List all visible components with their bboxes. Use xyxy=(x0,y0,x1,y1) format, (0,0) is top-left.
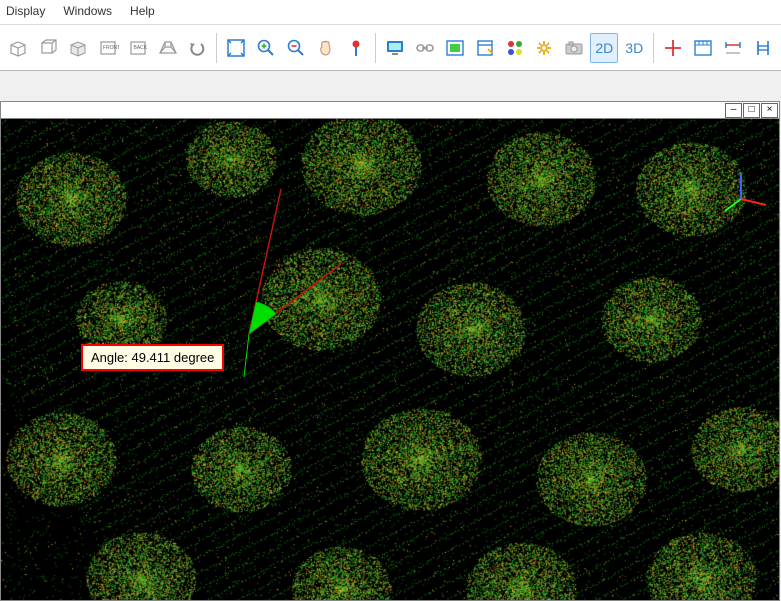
screen-button[interactable] xyxy=(381,33,409,63)
iso-view-button[interactable] xyxy=(4,33,32,63)
calipers-icon xyxy=(752,37,774,59)
toolbar-separator xyxy=(653,33,654,63)
undo-icon xyxy=(186,37,208,59)
perspective-icon xyxy=(157,37,179,59)
pan-button[interactable] xyxy=(312,33,340,63)
solid-cube-icon xyxy=(67,37,89,59)
undo-view-button[interactable] xyxy=(184,33,212,63)
layer-button[interactable] xyxy=(441,33,469,63)
panel-close-button[interactable]: × xyxy=(761,103,778,118)
crosshair-icon xyxy=(662,37,684,59)
menu-help[interactable]: Help xyxy=(130,4,155,18)
pin-button[interactable] xyxy=(342,33,370,63)
dimension-button[interactable] xyxy=(719,33,747,63)
toolbar-separator xyxy=(375,33,376,63)
view-3d-button[interactable]: 3D xyxy=(620,33,648,63)
crosshair-button[interactable] xyxy=(659,33,687,63)
link-button[interactable] xyxy=(411,33,439,63)
perspective-button[interactable] xyxy=(154,33,182,63)
layer-icon xyxy=(444,37,466,59)
pin-icon xyxy=(345,37,367,59)
color-swatch-icon xyxy=(504,37,526,59)
window-icon xyxy=(474,37,496,59)
panel-minimize-button[interactable]: – xyxy=(725,103,742,118)
zoom-in-icon xyxy=(255,37,277,59)
ruler-icon xyxy=(692,37,714,59)
main-toolbar: FRONT BACK 2D 3D xyxy=(0,25,781,71)
gear-icon xyxy=(533,37,555,59)
window-button[interactable] xyxy=(471,33,499,63)
wire-cube-icon xyxy=(37,37,59,59)
back-view-icon: BACK xyxy=(127,37,149,59)
zoom-out-button[interactable] xyxy=(282,33,310,63)
panel-maximize-button[interactable]: □ xyxy=(743,103,760,118)
dimension-icon xyxy=(722,37,744,59)
view-2d-button[interactable]: 2D xyxy=(590,33,618,63)
link-icon xyxy=(414,37,436,59)
fit-view-button[interactable] xyxy=(222,33,250,63)
menu-windows[interactable]: Windows xyxy=(63,4,112,18)
solid-view-button[interactable] xyxy=(64,33,92,63)
svg-text:BACK: BACK xyxy=(133,45,147,51)
calipers-button[interactable] xyxy=(749,33,777,63)
color-swatch-button[interactable] xyxy=(501,33,529,63)
toolbar-separator xyxy=(216,33,217,63)
zoom-in-button[interactable] xyxy=(252,33,280,63)
settings-button[interactable] xyxy=(531,33,559,63)
viewport-3d[interactable]: Angle: 49.411 degree xyxy=(1,119,779,600)
panel-titlebar: – □ × xyxy=(1,102,779,119)
pan-icon xyxy=(315,37,337,59)
viewport-panel: – □ × Angle: 49.411 degree xyxy=(0,101,780,601)
fit-view-icon xyxy=(225,37,247,59)
screen-icon xyxy=(384,37,406,59)
camera-button[interactable] xyxy=(560,33,588,63)
menubar: Display Windows Help xyxy=(0,0,781,25)
back-view-button[interactable]: BACK xyxy=(124,33,152,63)
wire-view-button[interactable] xyxy=(34,33,62,63)
menu-display[interactable]: Display xyxy=(6,4,45,18)
svg-text:FRONT: FRONT xyxy=(103,45,119,51)
camera-icon xyxy=(563,37,585,59)
front-view-button[interactable]: FRONT xyxy=(94,33,122,63)
ruler-button[interactable] xyxy=(689,33,717,63)
angle-measurement-label: Angle: 49.411 degree xyxy=(81,344,224,371)
front-view-icon: FRONT xyxy=(97,37,119,59)
iso-cube-icon xyxy=(7,37,29,59)
zoom-out-icon xyxy=(285,37,307,59)
